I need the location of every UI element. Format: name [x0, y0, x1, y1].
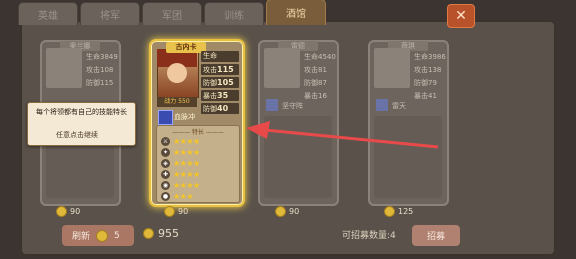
tab-bar: 英雄 将军 军团 训练 酒馆	[18, 0, 326, 26]
hero-name: 古内卡	[166, 42, 206, 53]
hero-hp: 生命3986	[414, 53, 446, 61]
trait-icon: ◈	[161, 158, 170, 168]
tab-training[interactable]: 训练	[204, 2, 264, 25]
hero-portrait	[374, 48, 410, 88]
coin-icon	[56, 206, 67, 217]
hero-card[interactable]: 雷德 生命4540 攻击81 防御87 暴击16 坚守阵	[258, 40, 339, 206]
trait-row: ✚ ★★★★	[161, 169, 235, 179]
tooltip-text: 每个将领都有自己的技能特长	[36, 108, 127, 116]
hero-cost: 90	[56, 206, 80, 217]
hero-portrait	[46, 48, 82, 88]
trait-box: ——— 特长 ——— ⚔ ★★★★ ✦ ★★★★ ◈ ★★★★ ✚ ★★★★ ◉ ★★★★…	[156, 125, 240, 203]
coin-icon	[164, 206, 175, 217]
hero-skill: 坚守阵	[282, 102, 303, 110]
recruit-count: 可招募数量:4	[342, 231, 396, 241]
hero-crit: 暴击41	[414, 92, 437, 100]
skill-icon	[266, 99, 278, 111]
recruit-button[interactable]: 招募	[412, 225, 460, 246]
close-button[interactable]: ✕	[447, 4, 475, 28]
hero-skill: 雷天	[392, 102, 406, 110]
trait-icon: ◉	[161, 180, 170, 190]
close-icon: ✕	[455, 8, 467, 24]
gold-amount: 955	[158, 227, 179, 240]
tab-tavern[interactable]: 酒馆	[266, 0, 326, 25]
refresh-cost: 5	[114, 230, 120, 241]
hero-atk: 攻击138	[414, 66, 442, 74]
trait-stars: ★★★★	[173, 158, 200, 168]
hero-skill: 血脉冲	[174, 113, 195, 121]
hero-card-highlighted[interactable]: 古内卡 生命5200 攻击115 防御105 暴击35 防御40 战力 550 …	[149, 39, 245, 207]
tab-heroes[interactable]: 英雄	[18, 2, 78, 25]
gold-coin-icon	[96, 229, 109, 242]
trait-box	[374, 116, 442, 198]
trait-icon: ✚	[161, 169, 170, 179]
hero-def: 防御87	[304, 79, 327, 87]
hero-card[interactable]: 薇琪 生命3986 攻击138 防御79 暴击41 雷天	[368, 40, 449, 206]
trait-stars: ★★★★	[173, 180, 200, 190]
hero-crit: 暴击35	[201, 90, 239, 101]
coin-icon	[275, 206, 286, 217]
hero-res: 防御40	[201, 103, 239, 114]
hero-def: 防御105	[201, 77, 239, 88]
hero-atk: 攻击115	[201, 64, 239, 75]
trait-icon: ✦	[161, 147, 170, 157]
trait-stars: ★★★★	[173, 136, 200, 146]
hero-portrait	[264, 48, 300, 88]
trait-stars: ★★★	[173, 191, 194, 201]
trait-row: ● ★★★	[161, 191, 235, 201]
trait-row: ◉ ★★★★	[161, 180, 235, 190]
hero-atk: 攻击108	[86, 66, 114, 74]
tooltip-hint: 任意点击继续	[56, 131, 98, 139]
hero-face	[167, 63, 187, 83]
coin-icon	[384, 206, 395, 217]
coin-icon	[143, 228, 154, 239]
trait-icon: ●	[161, 191, 170, 201]
hero-cost: 125	[384, 206, 413, 217]
trait-row: ◈ ★★★★	[161, 158, 235, 168]
hero-hp: 生命4540	[304, 53, 336, 61]
trait-icon: ⚔	[161, 136, 170, 146]
tutorial-tooltip[interactable]: 每个将领都有自己的技能特长 任意点击继续	[27, 102, 136, 146]
trait-box	[264, 116, 332, 198]
hero-hp: 生命3849	[86, 53, 118, 61]
refresh-label: 刷新	[72, 232, 91, 242]
trait-stars: ★★★★	[173, 147, 200, 157]
tab-generals[interactable]: 将军	[80, 2, 140, 25]
gold-display: 955	[143, 227, 179, 240]
trait-row: ⚔ ★★★★	[161, 136, 235, 146]
tab-legion[interactable]: 军团	[142, 2, 202, 25]
skill-icon	[158, 110, 173, 125]
trait-stars: ★★★★	[173, 169, 200, 179]
refresh-button[interactable]: 刷新 5	[62, 225, 134, 246]
hero-hp: 生命5200	[201, 51, 239, 72]
hero-cost: 90	[275, 206, 299, 217]
hero-def: 防御79	[414, 79, 437, 87]
trait-row: ✦ ★★★★	[161, 147, 235, 157]
hero-power: 战力 550	[157, 97, 197, 107]
hero-atk: 攻击81	[304, 66, 327, 74]
hero-crit: 暴击16	[304, 92, 327, 100]
trait-title: ——— 特长 ———	[172, 129, 224, 136]
skill-icon	[376, 99, 388, 111]
hero-def: 防御115	[86, 79, 114, 87]
hero-cost: 90	[164, 206, 188, 217]
